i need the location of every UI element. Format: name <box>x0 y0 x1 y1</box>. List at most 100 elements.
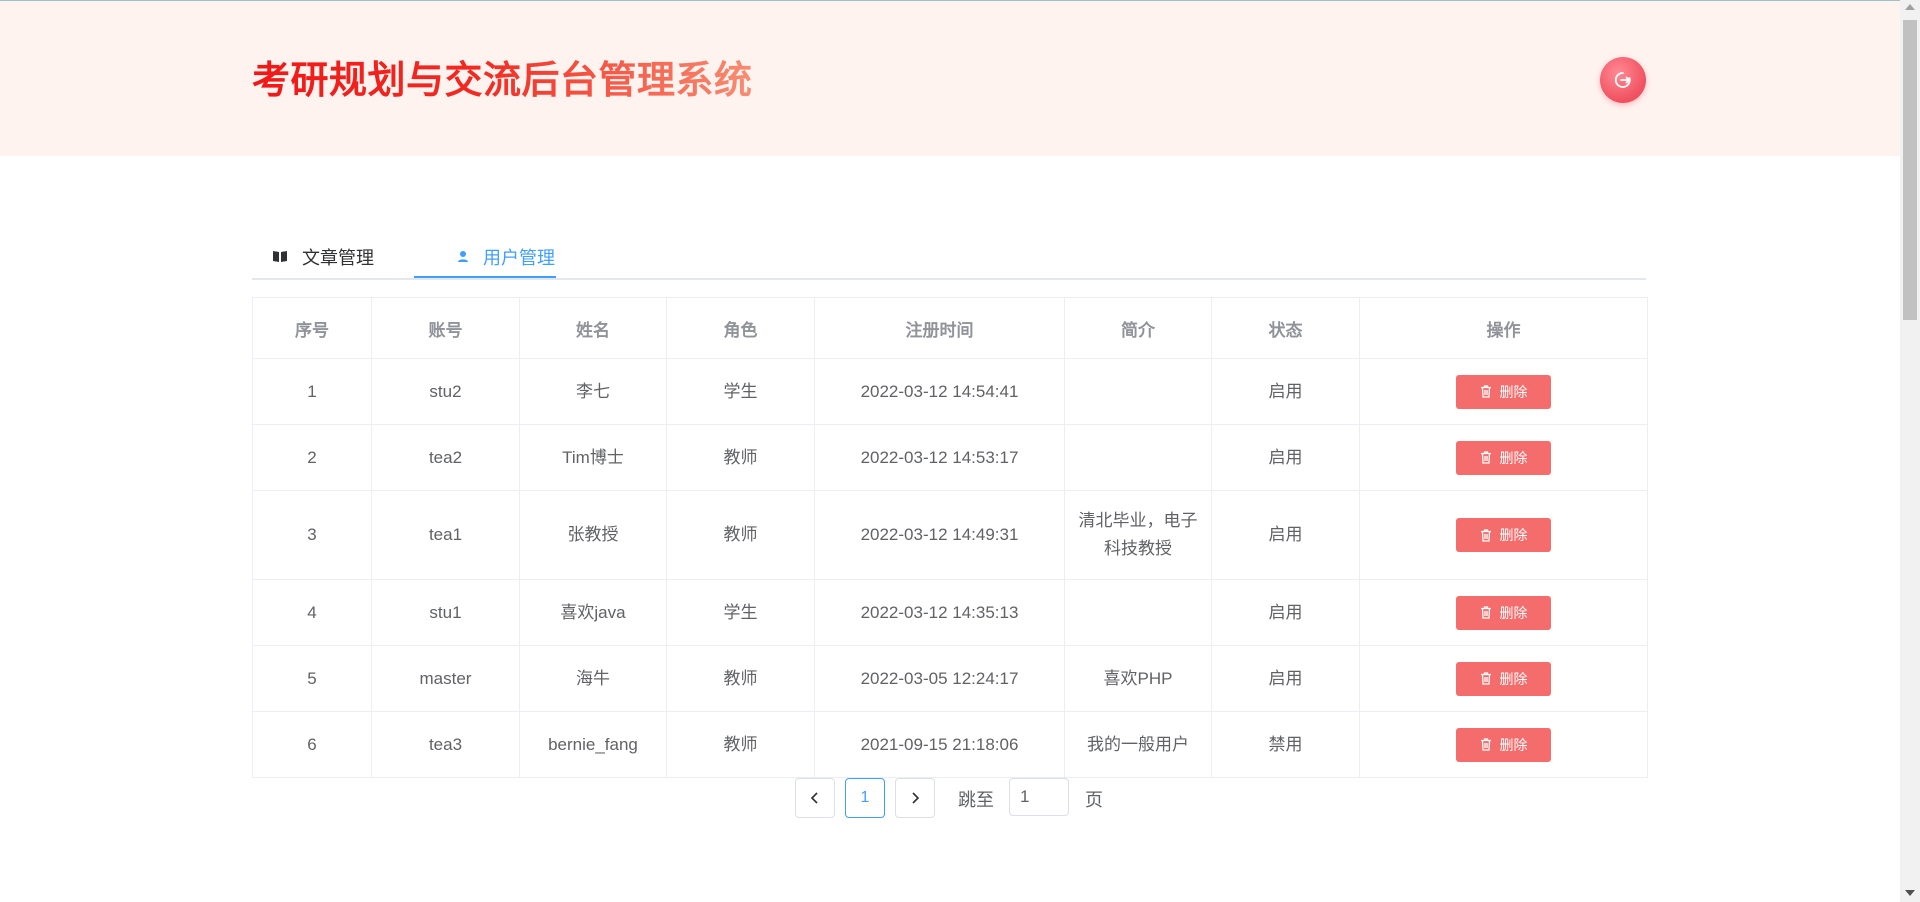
cell-bio: 我的一般用户 <box>1064 711 1212 778</box>
tab-user-management[interactable]: 用户管理 <box>435 236 577 278</box>
column-header: 状态 <box>1211 297 1360 359</box>
table-row: 6 tea3 bernie_fang 教师 2021-09-15 21:18:0… <box>252 711 1648 778</box>
column-header: 操作 <box>1359 297 1648 359</box>
cell-actions: 删除 <box>1359 424 1648 491</box>
trash-icon <box>1480 606 1491 619</box>
cell-name: Tim博士 <box>519 424 667 491</box>
trash-icon <box>1480 738 1491 751</box>
cell-bio <box>1064 424 1212 491</box>
delete-button[interactable]: 删除 <box>1456 727 1551 762</box>
cell-status: 启用 <box>1211 645 1360 712</box>
cell-bio: 清北毕业，电子科技教授 <box>1064 490 1212 580</box>
cell-account: stu2 <box>371 358 520 425</box>
table-row: 5 master 海牛 教师 2022-03-05 12:24:17 喜欢PHP… <box>252 645 1648 712</box>
user-icon <box>457 247 469 268</box>
cell-account: tea1 <box>371 490 520 580</box>
page: 考研规划与交流后台管理系统 文章管理 用户管理 序号 账号 姓名 角色 注册时间… <box>0 0 1920 902</box>
prev-page-button[interactable] <box>795 778 835 818</box>
cell-index: 3 <box>252 490 372 580</box>
trash-icon <box>1480 528 1491 542</box>
delete-button[interactable]: 删除 <box>1456 440 1551 475</box>
tab-label: 用户管理 <box>483 248 555 268</box>
jump-page-input[interactable] <box>1009 778 1069 816</box>
page-number-button[interactable]: 1 <box>845 778 885 818</box>
tab-active-indicator <box>414 276 556 278</box>
trash-icon <box>1480 385 1491 398</box>
column-header: 账号 <box>371 297 520 359</box>
chevron-right-icon <box>912 792 920 804</box>
cell-role: 教师 <box>666 424 815 491</box>
cell-registered: 2022-03-12 14:53:17 <box>814 424 1065 491</box>
cell-registered: 2022-03-12 14:54:41 <box>814 358 1065 425</box>
cell-name: 海牛 <box>519 645 667 712</box>
logout-icon <box>1614 72 1631 88</box>
cell-registered: 2022-03-12 14:35:13 <box>814 579 1065 646</box>
vertical-scrollbar[interactable] <box>1900 0 1920 902</box>
cell-actions: 删除 <box>1359 711 1648 778</box>
chevron-left-icon <box>810 792 818 804</box>
cell-index: 1 <box>252 358 372 425</box>
cell-actions: 删除 <box>1359 358 1648 425</box>
table-row: 3 tea1 张教授 教师 2022-03-12 14:49:31 清北毕业，电… <box>252 490 1648 580</box>
delete-button[interactable]: 删除 <box>1456 661 1551 696</box>
tab-bar: 文章管理 用户管理 <box>252 236 1646 280</box>
next-page-button[interactable] <box>895 778 935 818</box>
tab-label: 文章管理 <box>302 248 374 268</box>
delete-button[interactable]: 删除 <box>1456 518 1551 552</box>
cell-actions: 删除 <box>1359 490 1648 580</box>
column-header: 简介 <box>1064 297 1212 359</box>
user-table: 序号 账号 姓名 角色 注册时间 简介 状态 操作 1 stu2 李七 学生 2… <box>252 297 1648 778</box>
scroll-down-arrow-icon[interactable] <box>1905 890 1915 896</box>
cell-registered: 2021-09-15 21:18:06 <box>814 711 1065 778</box>
delete-label: 删除 <box>1499 604 1528 621</box>
cell-role: 教师 <box>666 711 815 778</box>
cell-bio <box>1064 579 1212 646</box>
column-header: 角色 <box>666 297 815 359</box>
cell-status: 启用 <box>1211 490 1360 580</box>
cell-role: 教师 <box>666 490 815 580</box>
cell-registered: 2022-03-12 14:49:31 <box>814 490 1065 580</box>
table-row: 4 stu1 喜欢java 学生 2022-03-12 14:35:13 启用 … <box>252 579 1648 646</box>
trash-icon <box>1480 672 1491 685</box>
tab-article-management[interactable]: 文章管理 <box>272 236 374 278</box>
cell-actions: 删除 <box>1359 645 1648 712</box>
cell-bio: 喜欢PHP <box>1064 645 1212 712</box>
delete-label: 删除 <box>1499 383 1528 400</box>
cell-bio <box>1064 358 1212 425</box>
delete-label: 删除 <box>1499 527 1528 543</box>
jump-label: 跳至 <box>958 790 994 810</box>
cell-name: bernie_fang <box>519 711 667 778</box>
scroll-up-arrow-icon[interactable] <box>1905 4 1915 10</box>
cell-account: stu1 <box>371 579 520 646</box>
cell-role: 学生 <box>666 358 815 425</box>
page-suffix-label: 页 <box>1085 790 1103 810</box>
delete-label: 删除 <box>1499 736 1528 753</box>
cell-account: tea3 <box>371 711 520 778</box>
cell-status: 启用 <box>1211 579 1360 646</box>
cell-registered: 2022-03-05 12:24:17 <box>814 645 1065 712</box>
column-header: 序号 <box>252 297 372 359</box>
book-icon <box>272 247 288 268</box>
cell-index: 2 <box>252 424 372 491</box>
cell-name: 李七 <box>519 358 667 425</box>
cell-role: 教师 <box>666 645 815 712</box>
cell-name: 张教授 <box>519 490 667 580</box>
table-header-row: 序号 账号 姓名 角色 注册时间 简介 状态 操作 <box>252 297 1648 359</box>
scrollbar-thumb[interactable] <box>1903 20 1917 320</box>
cell-status: 禁用 <box>1211 711 1360 778</box>
logout-button[interactable] <box>1600 57 1646 103</box>
column-header: 注册时间 <box>814 297 1065 359</box>
cell-account: master <box>371 645 520 712</box>
cell-index: 6 <box>252 711 372 778</box>
page-title: 考研规划与交流后台管理系统 <box>252 57 753 105</box>
cell-actions: 删除 <box>1359 579 1648 646</box>
cell-index: 4 <box>252 579 372 646</box>
cell-index: 5 <box>252 645 372 712</box>
delete-button[interactable]: 删除 <box>1456 595 1551 630</box>
table-row: 1 stu2 李七 学生 2022-03-12 14:54:41 启用 删除 <box>252 358 1648 425</box>
column-header: 姓名 <box>519 297 667 359</box>
cell-role: 学生 <box>666 579 815 646</box>
delete-button[interactable]: 删除 <box>1456 374 1551 409</box>
cell-status: 启用 <box>1211 424 1360 491</box>
header: 考研规划与交流后台管理系统 <box>0 1 1900 156</box>
